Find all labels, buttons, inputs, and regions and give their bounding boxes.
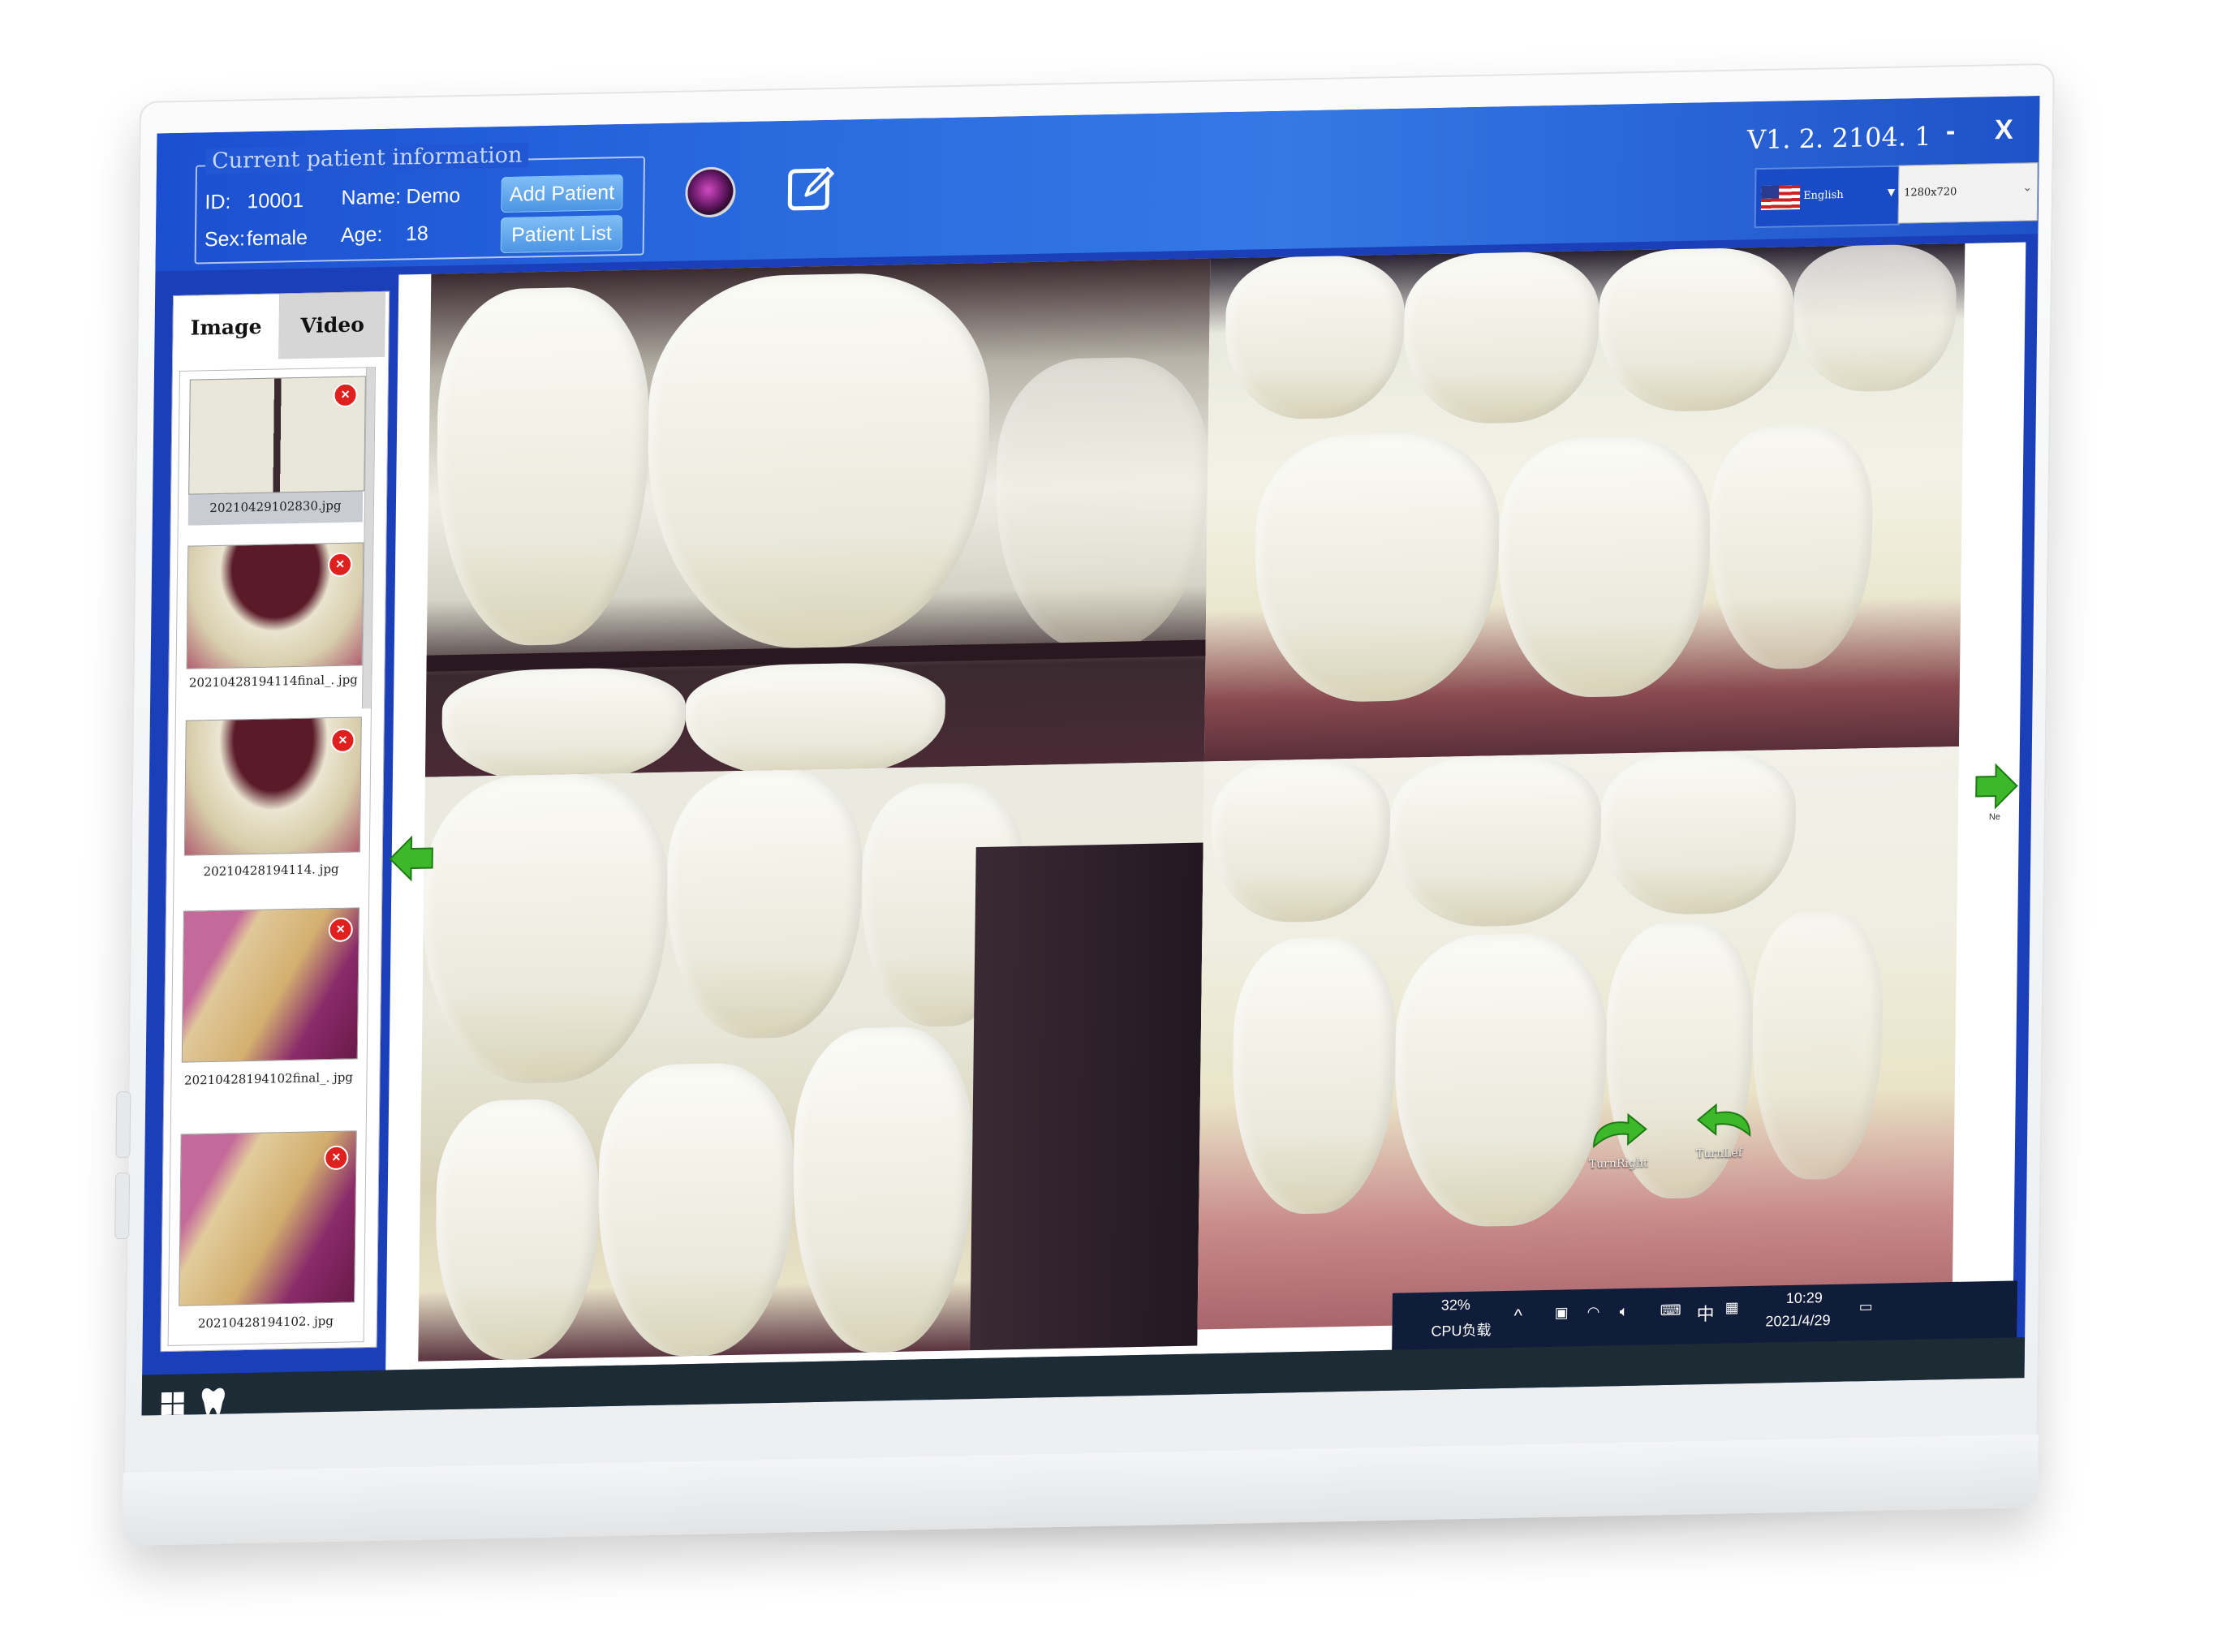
tooth-shape xyxy=(441,666,687,777)
tooth-shape xyxy=(1599,749,1797,916)
side-port xyxy=(114,1172,131,1240)
tooth-shape xyxy=(1393,931,1608,1228)
monitor-device: Current patient information ID: 10001 Na… xyxy=(114,62,2056,1546)
viewer-pane-bottom-left[interactable] xyxy=(418,761,1204,1362)
tooth-shape xyxy=(665,768,863,1040)
patient-info-panel: Current patient information ID: 10001 Na… xyxy=(194,142,646,265)
thumbnail-item[interactable]: × 20210429102830.jpg xyxy=(187,376,366,526)
turn-right-label: TurnRight xyxy=(1588,1156,1648,1171)
sex-label: Sex: xyxy=(204,227,246,252)
minimize-button[interactable]: - xyxy=(1946,115,1956,147)
close-button[interactable]: X xyxy=(1995,114,2013,146)
windows-logo-icon[interactable] xyxy=(161,1392,184,1416)
thumbnail-item[interactable]: × 20210428194102. jpg xyxy=(179,1130,357,1336)
patient-info-legend: Current patient information xyxy=(205,142,529,174)
age-label: Age: xyxy=(340,222,383,247)
media-panel: Image Video × 20210429102830.jpg × 20210… xyxy=(160,290,390,1353)
previous-arrow-icon[interactable] xyxy=(386,833,436,883)
thumbnail-item[interactable]: × 20210428194114. jpg xyxy=(183,716,362,882)
cpu-percent: 32% xyxy=(1440,1296,1470,1314)
ime-indicator[interactable]: 中 xyxy=(1696,1300,1714,1326)
thumbnail-name: 20210429102830.jpg xyxy=(209,497,342,516)
wifi-icon[interactable]: ◠ xyxy=(1587,1304,1600,1321)
tooth-shape xyxy=(791,1026,975,1354)
patient-list-button[interactable]: Patient List xyxy=(500,215,623,254)
resolution-select[interactable]: 1280x720 ⌄ xyxy=(1897,162,2039,224)
cpu-label: CPU负载 xyxy=(1431,1322,1492,1340)
capture-camera-button[interactable] xyxy=(687,169,734,216)
name-label: Name: xyxy=(341,185,402,209)
clock-date[interactable]: 2021/4/29 xyxy=(1765,1312,1830,1331)
viewer-pane-top-right[interactable] xyxy=(1203,243,1965,762)
chevron-down-icon: ▼ xyxy=(1887,186,1896,198)
tooth-shape xyxy=(1389,753,1602,928)
image-viewer: TurnRight TurnLef Ne xyxy=(385,242,2026,1370)
tooth-shape xyxy=(1793,243,1957,394)
resolution-value: 1280x720 xyxy=(1904,186,1957,200)
tooth-shape xyxy=(1708,424,1874,671)
tab-image[interactable]: Image xyxy=(173,294,281,362)
tab-video[interactable]: Video xyxy=(279,291,386,359)
dental-app-icon[interactable] xyxy=(198,1384,228,1416)
dark-background xyxy=(970,842,1203,1351)
notification-icon[interactable]: ▭ xyxy=(1859,1298,1873,1315)
thumbnail-item[interactable]: × 20210428194102final_. jpg xyxy=(181,907,360,1097)
add-patient-button[interactable]: Add Patient xyxy=(501,174,623,213)
tooth-shape xyxy=(994,355,1209,652)
chevron-up-icon[interactable]: ^ xyxy=(1513,1306,1522,1327)
tooth-shape xyxy=(1496,435,1711,699)
tooth-shape xyxy=(1253,431,1500,704)
edit-icon[interactable] xyxy=(785,162,837,215)
tooth-shape xyxy=(1597,247,1795,413)
tooth-shape xyxy=(1210,757,1391,924)
version-label: V1. 2. 2104. 1 xyxy=(1746,120,1931,156)
keyboard-icon[interactable]: ⌨ xyxy=(1660,1302,1681,1320)
tooth-shape xyxy=(1231,936,1397,1215)
thumbnail-name: 20210428194114. jpg xyxy=(203,861,339,880)
thumbnail-name: 20210428194114final_. jpg xyxy=(188,672,358,690)
name-value: Demo xyxy=(406,184,461,209)
tooth-shape xyxy=(684,660,946,777)
side-port xyxy=(115,1091,131,1159)
thumbnail-list: × 20210429102830.jpg × 20210428194114fin… xyxy=(167,367,377,1346)
sex-value: female xyxy=(246,226,308,251)
app-tray-icon[interactable]: ▣ xyxy=(1555,1304,1569,1321)
tooth-shape xyxy=(1750,910,1884,1181)
tooth-shape xyxy=(1224,254,1406,421)
language-value: English xyxy=(1803,188,1844,202)
grid-icon[interactable]: ▦ xyxy=(1725,1299,1739,1316)
next-label: Ne xyxy=(1988,811,2000,823)
tooth-shape xyxy=(434,1098,601,1362)
chevron-down-icon: ⌄ xyxy=(2022,181,2033,195)
us-flag-icon xyxy=(1760,185,1801,210)
age-value: 18 xyxy=(405,222,428,246)
tooth-shape xyxy=(421,772,669,1086)
next-arrow-icon[interactable] xyxy=(1974,761,2020,811)
language-select[interactable]: English ▼ xyxy=(1754,165,1901,229)
viewer-pane-bottom-right[interactable]: TurnRight TurnLef xyxy=(1197,746,1959,1330)
tooth-shape xyxy=(645,270,992,652)
id-value: 10001 xyxy=(247,188,304,213)
viewer-pane-top-left[interactable] xyxy=(424,258,1211,777)
id-label: ID: xyxy=(205,190,231,214)
turn-right-icon[interactable] xyxy=(1589,1109,1650,1155)
tooth-shape xyxy=(596,1061,795,1358)
clock-time[interactable]: 10:29 xyxy=(1786,1289,1823,1307)
turn-left-label: TurnLef xyxy=(1695,1147,1742,1161)
thumbnail-name: 20210428194102final_. jpg xyxy=(183,1069,354,1088)
volume-icon[interactable]: 🔈︎ xyxy=(1620,1303,1629,1320)
tooth-shape xyxy=(1402,250,1600,425)
turn-left-icon[interactable] xyxy=(1694,1099,1755,1146)
thumbnail-item[interactable]: × 20210428194114final_. jpg xyxy=(186,542,364,691)
tooth-shape xyxy=(434,286,651,647)
thumbnail-name: 20210428194102. jpg xyxy=(197,1313,334,1331)
header-bar: Current patient information ID: 10001 Na… xyxy=(155,96,2040,272)
app-window: Current patient information ID: 10001 Na… xyxy=(141,96,2040,1416)
